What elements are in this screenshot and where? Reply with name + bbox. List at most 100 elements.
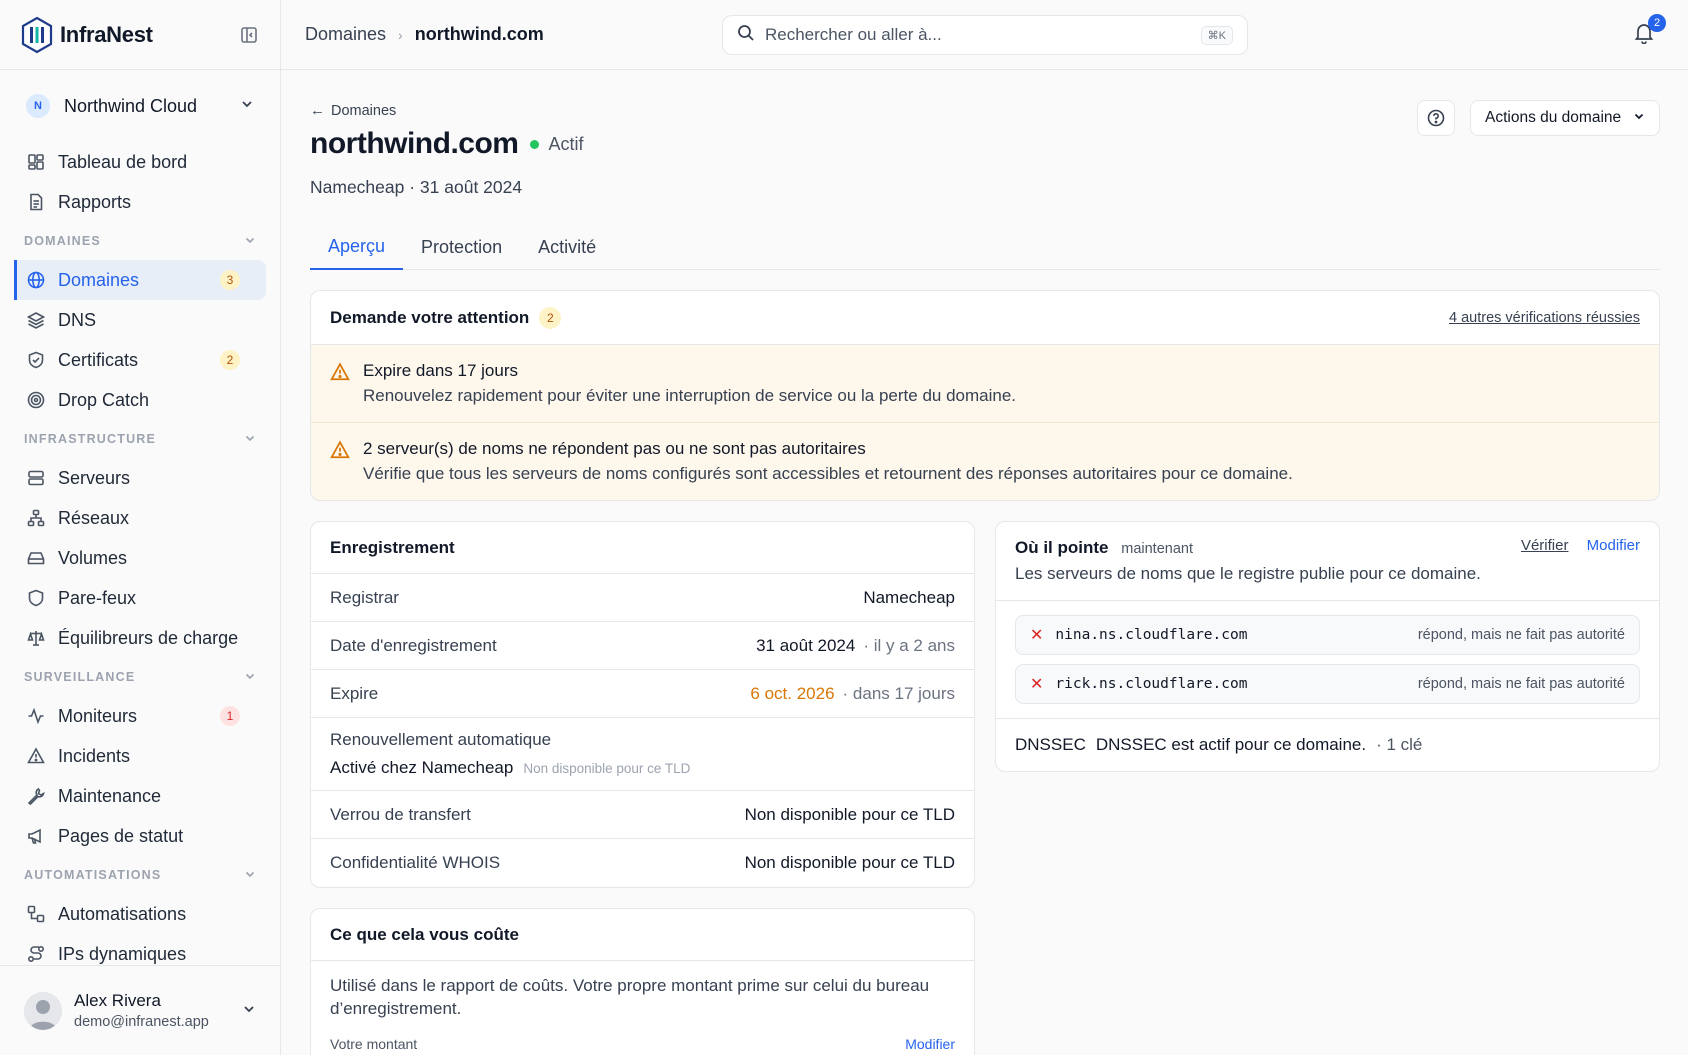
warning-item: 2 serveur(s) de noms ne répondent pas ou… [311,423,1659,500]
sidebar-item-serveurs[interactable]: Serveurs [14,458,266,498]
row-value: Non disponible pour ce TLD [744,804,955,824]
sidebar-item-label: IPs dynamiques [58,943,187,964]
section-header-surveillance[interactable]: SURVEILLANCE [0,658,280,696]
sidebar-item-dns[interactable]: DNS [14,300,266,340]
notification-badge: 2 [1648,14,1666,32]
count-badge: 3 [220,270,240,290]
shortcut-hint: ⌘K [1200,25,1233,45]
nameservers-title: Où il pointe [1015,538,1109,557]
cost-edit-link[interactable]: Modifier [905,1035,955,1054]
sidebar-item-label: Certificats [58,349,139,370]
row-label: Renouvellement automatique [330,730,552,749]
sidebar-item-label: Serveurs [58,467,131,488]
passed-checks-link[interactable]: 4 autres vérifications réussies [1449,310,1640,326]
user-menu[interactable]: Alex Rivera demo@infranest.app [0,965,280,1055]
search-input[interactable] [765,25,1201,45]
chevron-down-icon [244,432,256,447]
sidebar-item-label: DNS [58,309,97,330]
avatar [24,991,62,1030]
row-note: Non disponible pour ce TLD [523,760,691,776]
sidebar-item-moniteurs[interactable]: Moniteurs 1 [14,696,266,736]
registration-card: Enregistrement Registrar Namecheap Date … [310,521,975,888]
report-icon [26,192,46,212]
sidebar-item-pare-feux[interactable]: Pare-feux [14,578,266,618]
sidebar-item-dashboard[interactable]: Tableau de bord [14,142,266,182]
row-value: Activé chez Namecheap [330,758,514,777]
arrow-left-icon: ← [310,102,325,119]
sidebar-item-label: Automatisations [58,903,187,924]
section-header-automatisations[interactable]: AUTOMATISATIONS [0,856,280,894]
sidebar-item-label: Tableau de bord [58,151,188,172]
search-bar[interactable]: ⌘K [722,15,1248,55]
warning-title: Expire dans 17 jours [363,361,518,380]
back-link[interactable]: ← Domaines [310,102,1660,119]
row-relative: · dans 17 jours [842,683,955,703]
nameservers-card: Où il pointe maintenant Les serveurs de … [995,521,1660,772]
row-value: Namecheap [863,587,955,607]
row-relative: · il y a 2 ans [863,635,955,655]
verify-link[interactable]: Vérifier [1521,537,1569,554]
topbar: Domaines › northwind.com ⌘K 2 [281,0,1688,70]
warning-description: Vérifie que tous les serveurs de noms co… [363,464,1293,483]
warning-icon [330,362,350,382]
dnssec-row: DNSSEC DNSSEC est actif pour ce domaine.… [996,719,1659,771]
row-value: Non disponible pour ce TLD [744,853,955,872]
sidebar-item-maintenance[interactable]: Maintenance [14,776,266,816]
sidebar-item-reseaux[interactable]: Réseaux [14,498,266,538]
count-badge: 2 [220,350,240,370]
server-icon [26,468,46,488]
domain-actions-button[interactable]: Actions du domaine [1470,100,1660,136]
warning-item: Expire dans 17 jours Renouvelez rapideme… [311,345,1659,423]
brand: InfraNest [0,0,280,70]
warning-icon [330,440,350,460]
row-label: Expire [330,683,379,703]
chevron-right-icon: › [398,26,403,43]
sidebar-item-load-balancers[interactable]: Équilibreurs de charge [14,618,266,658]
chevron-down-icon [244,670,256,685]
cost-amount-label: Votre montant [330,1035,418,1052]
breadcrumb-parent-link[interactable]: Domaines [305,24,386,45]
sidebar-item-automatisations[interactable]: Automatisations [14,894,266,934]
cost-description: Utilisé dans le rapport de coûts. Votre … [330,976,930,1018]
sidebar-item-drop-catch[interactable]: Drop Catch [14,380,266,420]
breadcrumb: Domaines › northwind.com [281,24,544,45]
help-button[interactable] [1417,100,1455,136]
nameserver-row: ✕ rick.ns.cloudflare.com répond, mais ne… [1015,664,1640,704]
row-value: 31 août 2024 [756,635,856,655]
logo-icon [21,16,53,53]
activity-icon [26,706,46,726]
dnssec-keys: · 1 clé [1376,735,1423,754]
sidebar-item-incidents[interactable]: Incidents [14,736,266,776]
tab-apercu[interactable]: Aperçu [310,224,404,270]
collapse-sidebar-icon[interactable] [238,24,260,46]
status-dot [530,139,540,149]
chevron-down-icon [1633,109,1645,127]
warning-title: 2 serveur(s) de noms ne répondent pas ou… [363,439,866,458]
sidebar-item-certificats[interactable]: Certificats 2 [14,340,266,380]
row-label: Confidentialité WHOIS [330,853,501,872]
sidebar-item-domaines[interactable]: Domaines 3 [14,260,266,300]
edit-nameservers-link[interactable]: Modifier [1587,537,1640,554]
sidebar-item-reports[interactable]: Rapports [14,182,266,222]
main-content: ← Domaines northwind.com Actif Namecheap… [310,70,1660,1055]
registration-title: Enregistrement [311,522,974,574]
sidebar-item-label: Domaines [58,269,140,290]
workflow-icon [26,904,46,924]
nameservers-description: Les serveurs de noms que le registre pub… [1015,564,1481,583]
network-icon [26,508,46,528]
org-switcher[interactable]: N Northwind Cloud [0,70,280,142]
close-icon: ✕ [1030,627,1044,644]
globe-icon [26,270,46,290]
section-header-infrastructure[interactable]: INFRASTRUCTURE [0,420,280,458]
nameservers-now: maintenant [1121,541,1193,557]
sidebar-item-pages-de-statut[interactable]: Pages de statut [14,816,266,856]
tab-activite[interactable]: Activité [520,224,614,270]
status-badge: Actif [548,133,584,154]
tab-protection[interactable]: Protection [403,224,520,270]
section-title: SURVEILLANCE [24,670,136,684]
registrar-row: Registrar Namecheap [311,574,974,622]
sidebar-item-volumes[interactable]: Volumes [14,538,266,578]
section-header-domaines[interactable]: DOMAINES [0,222,280,260]
warning-description: Renouvelez rapidement pour éviter une in… [363,386,1017,405]
tab-bar: Aperçu Protection Activité [310,224,1660,270]
